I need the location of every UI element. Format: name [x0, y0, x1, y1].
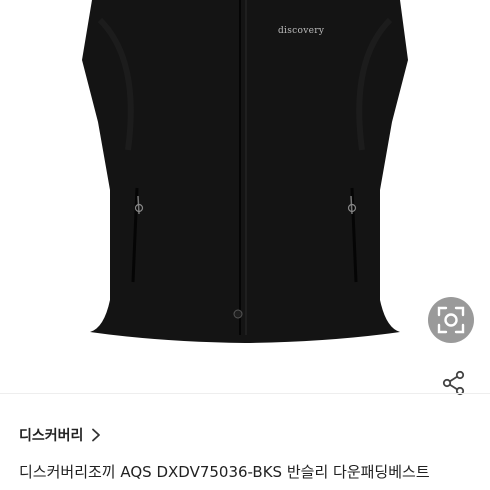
- camera-lens-icon: [437, 306, 465, 334]
- vest-illustration: [82, 0, 408, 343]
- brand-logo-print: discovery: [278, 26, 325, 36]
- section-divider: [0, 393, 490, 394]
- brand-link[interactable]: 디스커버리: [19, 424, 101, 446]
- share-button[interactable]: [438, 367, 470, 399]
- product-title: 디스커버리조끼 AQS DXDV75036-BKS 반슬리 다운패딩베스트: [19, 463, 430, 481]
- product-image[interactable]: discovery: [0, 0, 490, 392]
- brand-name: 디스커버리: [19, 428, 84, 444]
- image-search-button[interactable]: [428, 297, 474, 343]
- chevron-right-icon: [91, 428, 101, 442]
